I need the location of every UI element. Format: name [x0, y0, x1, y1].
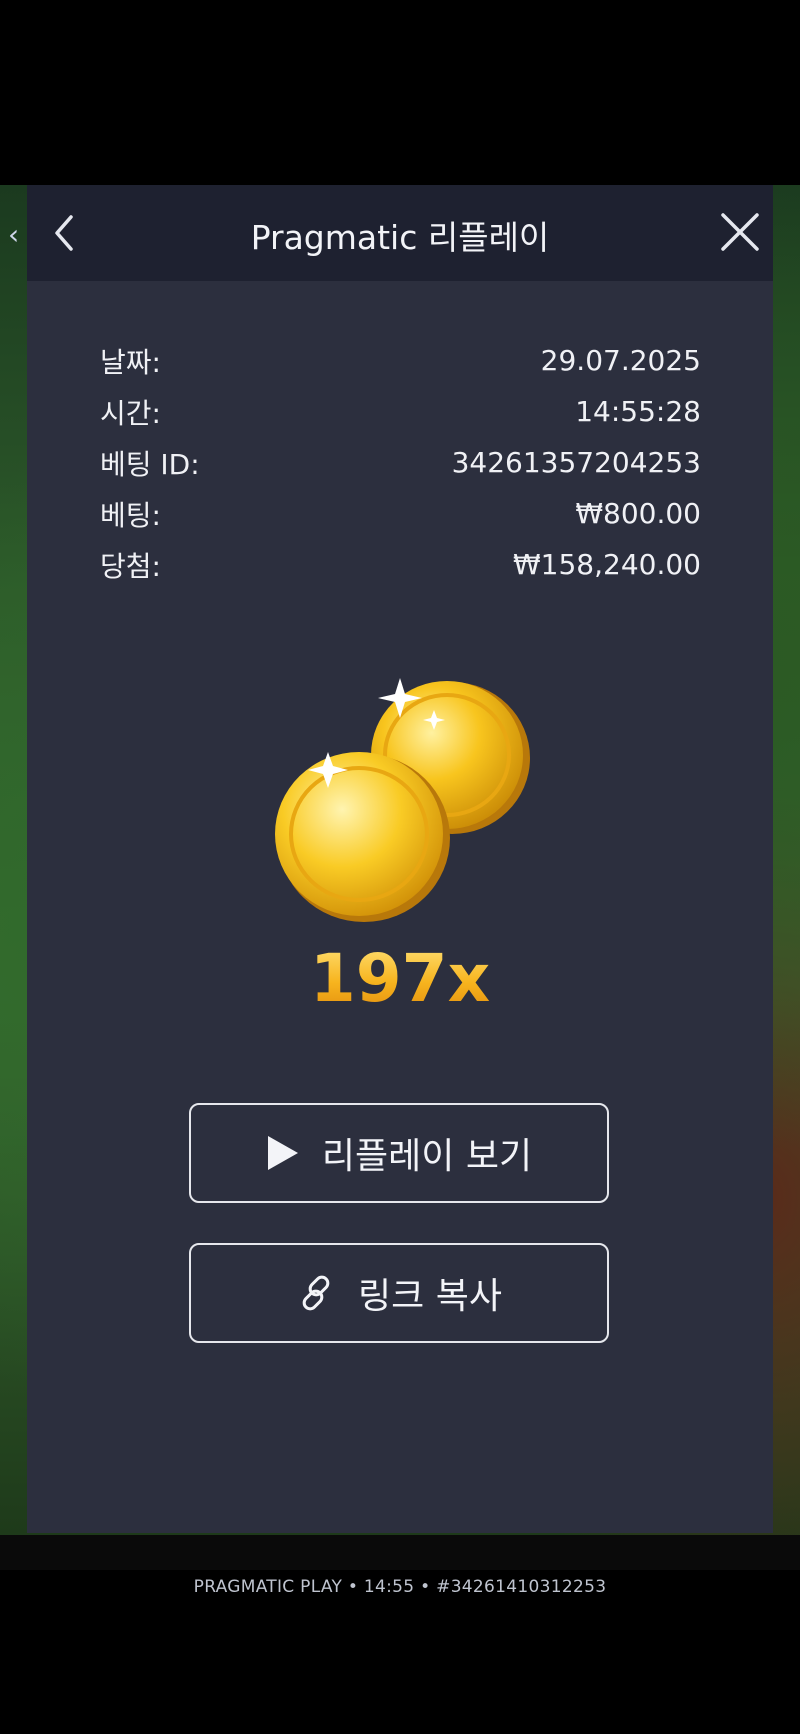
detail-value: 14:55:28: [575, 395, 701, 428]
detail-row-bet: 베팅: ₩800.00: [100, 488, 701, 539]
detail-label: 당첨:: [100, 549, 161, 583]
modal-header: Pragmatic 리플레이: [27, 185, 773, 281]
modal-title: Pragmatic 리플레이: [250, 218, 550, 257]
copy-link-label: 링크 복사: [358, 1276, 502, 1317]
detail-value: ₩800.00: [575, 497, 701, 530]
detail-row-date: 날짜: 29.07.2025: [100, 335, 701, 386]
link-icon: [296, 1273, 336, 1313]
detail-row-win: 당첨: ₩158,240.00: [100, 539, 701, 590]
watch-replay-button[interactable]: 리플레이 보기: [189, 1103, 609, 1203]
detail-label: 베팅:: [100, 498, 161, 532]
game-chevron-left-icon[interactable]: ‹: [8, 218, 19, 251]
watch-replay-label: 리플레이 보기: [321, 1136, 533, 1177]
detail-value: 29.07.2025: [540, 344, 701, 377]
close-button[interactable]: [717, 209, 763, 255]
detail-label: 날짜:: [100, 345, 161, 379]
detail-label: 베팅 ID:: [100, 447, 200, 481]
detail-label: 시간:: [100, 396, 161, 430]
detail-row-time: 시간: 14:55:28: [100, 386, 701, 437]
bet-details: 날짜: 29.07.2025 시간: 14:55:28 베팅 ID: 34261…: [100, 335, 701, 590]
game-bottom-bar: [0, 1535, 800, 1570]
close-icon: [721, 213, 759, 251]
gold-coins-icon: [275, 678, 530, 922]
detail-value: 34261357204253: [451, 446, 701, 479]
replay-modal: Pragmatic 리플레이 날짜: 29.07.2025 시간: 14:55:…: [27, 185, 773, 1533]
play-icon: [266, 1134, 300, 1172]
footer-caption: PRAGMATIC PLAY • 14:55 • #34261410312253: [193, 1577, 607, 1597]
win-multiplier: 197x: [27, 940, 773, 1017]
detail-value: ₩158,240.00: [512, 548, 701, 581]
copy-link-button[interactable]: 링크 복사: [189, 1243, 609, 1343]
detail-row-bet-id: 베팅 ID: 34261357204253: [100, 437, 701, 488]
